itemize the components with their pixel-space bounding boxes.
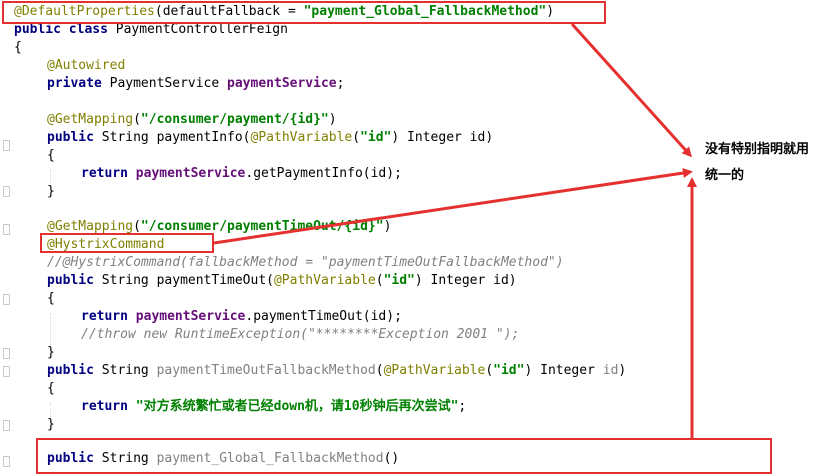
arrow-from-default-properties <box>570 22 693 158</box>
annotation-note: 没有特别指明就用 统一的 <box>705 137 809 189</box>
arrow-from-hystrix-command <box>213 168 693 245</box>
annotation-arrows <box>213 22 697 438</box>
annotation-line-2: 统一的 <box>705 168 745 183</box>
annotation-line-1: 没有特别指明就用 <box>705 142 810 157</box>
